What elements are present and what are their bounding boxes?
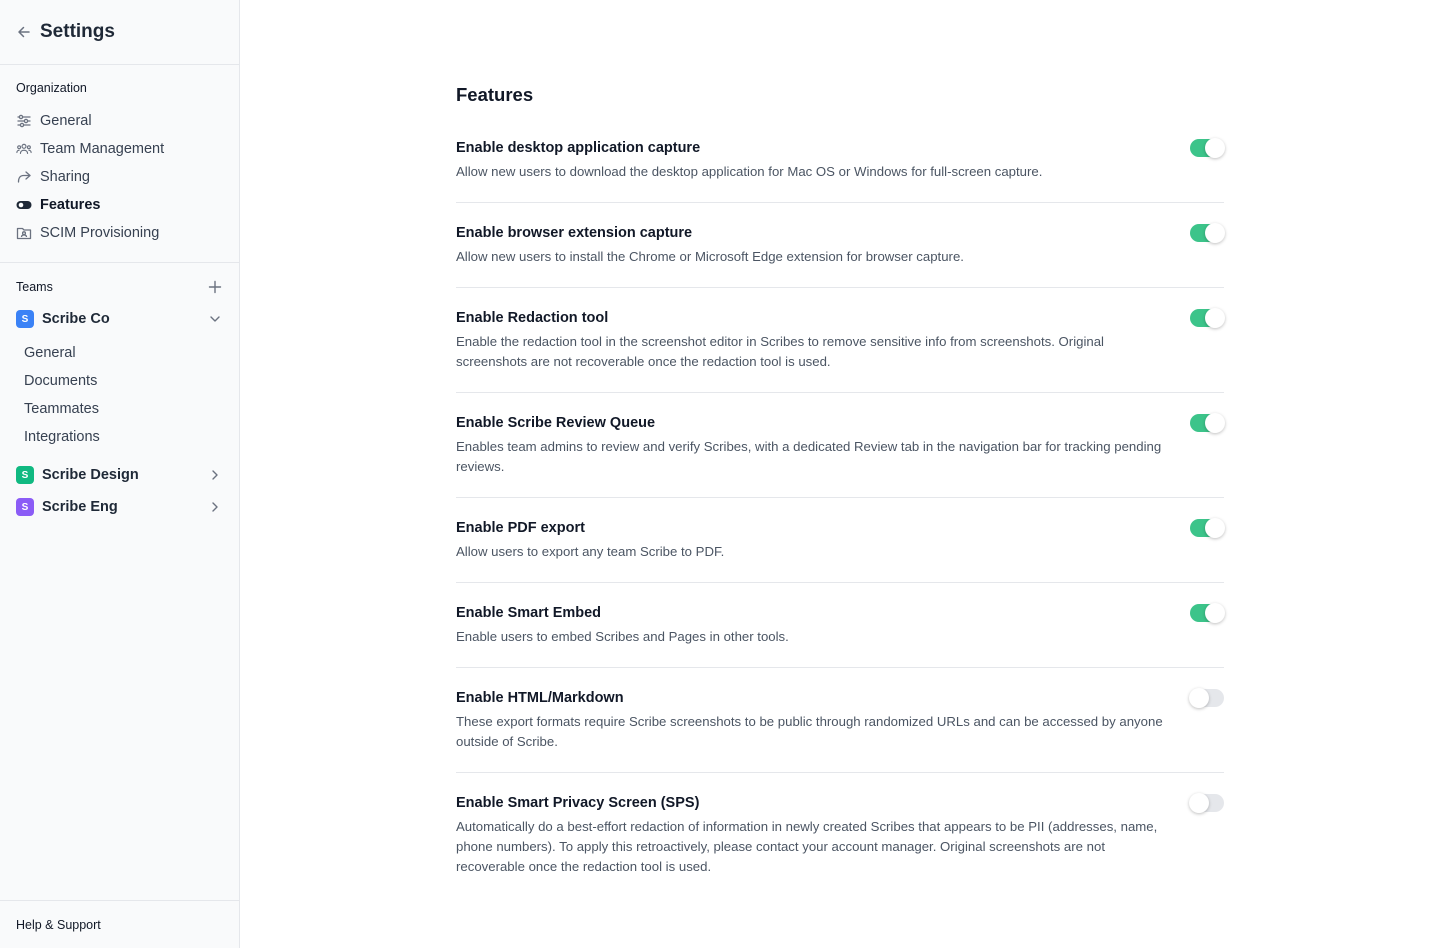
feature-title: Enable HTML/Markdown xyxy=(456,690,624,706)
sidebar-item-label: General xyxy=(40,113,92,129)
sidebar-item-label: Features xyxy=(40,197,101,213)
help-support-link[interactable]: Help & Support xyxy=(0,900,239,948)
chevron-right-icon[interactable] xyxy=(207,499,223,515)
toggle-icon xyxy=(16,197,32,213)
feature-row: Enable HTML/Markdown These export format… xyxy=(456,668,1224,773)
add-team-icon[interactable] xyxy=(207,279,223,295)
share-arrow-icon xyxy=(16,169,32,185)
feature-row: Enable desktop application capture Allow… xyxy=(456,130,1225,203)
sidebar-item-label: Sharing xyxy=(40,169,90,185)
team-item-documents[interactable]: Documents xyxy=(0,367,239,395)
feature-toggle[interactable] xyxy=(1190,138,1225,158)
organization-heading: Organization xyxy=(16,81,87,95)
teams-heading: Teams xyxy=(16,280,53,294)
settings-sidebar: Settings Organization General Team Manag… xyxy=(0,0,240,948)
team-row-scribe-design[interactable]: S Scribe Design xyxy=(0,459,239,491)
toggle-knob xyxy=(1189,793,1209,813)
sidebar-item-team-management[interactable]: Team Management xyxy=(0,135,239,163)
team-avatar: S xyxy=(16,310,34,328)
team-item-general[interactable]: General xyxy=(0,339,239,367)
sidebar-item-general[interactable]: General xyxy=(0,107,239,135)
feature-description: Automatically do a best-effort redaction… xyxy=(456,819,1158,874)
feature-description: Enable the redaction tool in the screens… xyxy=(456,334,1104,369)
feature-title: Enable Redaction tool xyxy=(456,310,609,326)
sidebar-item-features[interactable]: Features xyxy=(0,191,239,219)
feature-row: Enable browser extension capture Allow n… xyxy=(456,203,1225,288)
feature-toggle[interactable] xyxy=(1190,413,1225,433)
feature-title: Enable Smart Embed xyxy=(456,605,602,621)
team-name: Scribe Design xyxy=(42,467,139,483)
feature-row: Enable PDF export Allow users to export … xyxy=(456,498,1225,583)
feature-toggle[interactable] xyxy=(1190,518,1225,538)
feature-description: Allow new users to download the desktop … xyxy=(456,164,1043,179)
teams-section: Teams S Scribe Co General Documents Team… xyxy=(0,263,239,538)
team-subnav: General Documents Teammates Integrations xyxy=(0,335,239,459)
feature-title: Enable browser extension capture xyxy=(456,225,693,241)
toggle-knob xyxy=(1205,308,1225,328)
feature-row: Enable Smart Privacy Screen (SPS) Automa… xyxy=(456,773,1224,897)
toggle-knob xyxy=(1205,518,1225,538)
feature-row: Enable Smart Embed Enable users to embed… xyxy=(456,583,1225,668)
toggle-knob xyxy=(1205,223,1225,243)
feature-row: Enable Scribe Review Queue Enables team … xyxy=(456,393,1225,498)
chevron-down-icon[interactable] xyxy=(207,311,223,327)
feature-title: Enable PDF export xyxy=(456,520,585,536)
team-name: Scribe Eng xyxy=(42,499,118,515)
feature-title: Enable Scribe Review Queue xyxy=(456,415,656,431)
sidebar-item-sharing[interactable]: Sharing xyxy=(0,163,239,191)
team-name: Scribe Co xyxy=(42,311,110,327)
feature-toggle[interactable] xyxy=(1190,308,1225,328)
team-avatar: S xyxy=(16,498,34,516)
users-icon xyxy=(16,141,32,157)
feature-row: Enable Redaction tool Enable the redacti… xyxy=(456,288,1225,393)
sidebar-item-label: Team Management xyxy=(40,141,165,157)
organization-section: Organization General Team Management Sha… xyxy=(0,65,239,263)
teams-header: Teams xyxy=(0,279,239,295)
page-title: Features xyxy=(456,84,534,105)
team-item-teammates[interactable]: Teammates xyxy=(0,395,239,423)
sidebar-item-scim-provisioning[interactable]: SCIM Provisioning xyxy=(0,219,239,247)
sliders-icon xyxy=(16,113,32,129)
feature-toggle[interactable] xyxy=(1190,603,1225,623)
feature-toggle[interactable] xyxy=(1190,223,1225,243)
feature-description: Allow new users to install the Chrome or… xyxy=(456,249,964,264)
feature-description: Allow users to export any team Scribe to… xyxy=(456,544,725,559)
feature-description: Enable users to embed Scribes and Pages … xyxy=(456,629,789,644)
main-content: Features Enable desktop application capt… xyxy=(240,0,1440,948)
sidebar-title: Settings xyxy=(40,21,115,42)
chevron-right-icon[interactable] xyxy=(207,467,223,483)
feature-toggle[interactable] xyxy=(1189,688,1224,708)
feature-title: Enable desktop application capture xyxy=(456,140,701,156)
team-row-scribe-eng[interactable]: S Scribe Eng xyxy=(0,491,239,523)
sidebar-header: Settings xyxy=(0,0,239,65)
toggle-knob xyxy=(1205,603,1225,623)
team-item-integrations[interactable]: Integrations xyxy=(0,423,239,451)
sidebar-item-label: SCIM Provisioning xyxy=(40,225,160,241)
features-panel: Features Enable desktop application capt… xyxy=(456,84,1225,897)
toggle-knob xyxy=(1205,413,1225,433)
feature-description: These export formats require Scribe scre… xyxy=(456,714,1163,749)
feature-title: Enable Smart Privacy Screen (SPS) xyxy=(456,795,700,811)
feature-toggle[interactable] xyxy=(1189,793,1224,813)
toggle-knob xyxy=(1205,138,1225,158)
team-row-scribe-co[interactable]: S Scribe Co xyxy=(0,303,239,335)
directory-icon xyxy=(16,225,32,241)
back-arrow-icon[interactable] xyxy=(16,24,32,40)
team-avatar: S xyxy=(16,466,34,484)
feature-description: Enables team admins to review and verify… xyxy=(456,439,1162,474)
toggle-knob xyxy=(1189,688,1209,708)
